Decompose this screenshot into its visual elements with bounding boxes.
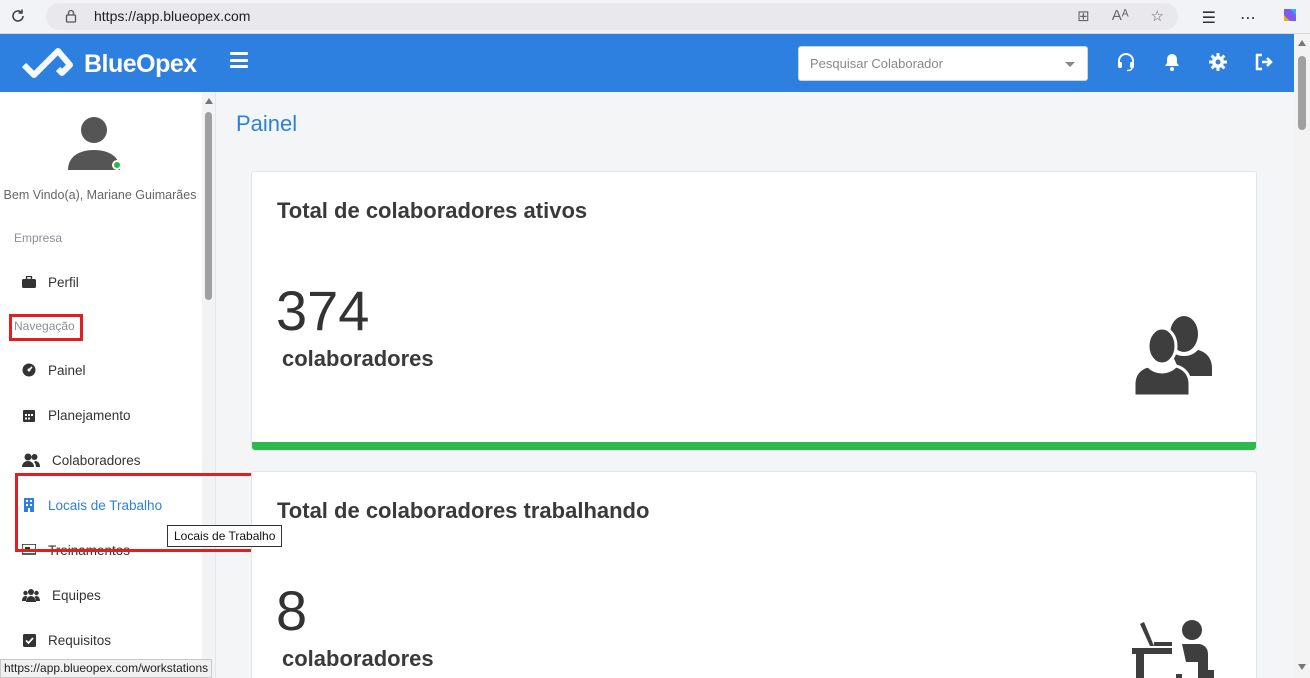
sidebar-item-label: Colaboradores <box>52 452 141 468</box>
read-aloud-icon[interactable]: Aᴬ <box>1112 7 1129 25</box>
reload-icon[interactable] <box>8 6 28 26</box>
team-icon <box>22 588 40 602</box>
copilot-icon[interactable] <box>1280 5 1300 30</box>
card-title: Total de colaboradores ativos <box>277 198 588 223</box>
users-icon <box>22 453 40 467</box>
top-navbar: BlueOpex Pesquisar Colaborador <box>0 34 1294 92</box>
gear-icon[interactable] <box>1208 52 1228 72</box>
sidebar-item-planejamento[interactable]: Planejamento <box>22 404 131 426</box>
sidebar-item-equipes[interactable]: Equipes <box>22 584 101 606</box>
sidebar-scrollbar[interactable] <box>202 92 215 678</box>
sidebar-item-label: Perfil <box>48 274 79 290</box>
section-company: Empresa <box>14 231 63 245</box>
tooltip: Locais de Trabalho <box>167 525 283 547</box>
scrollbar-thumb[interactable] <box>1298 56 1306 130</box>
card-title: Total de colaboradores trabalhando <box>277 498 650 523</box>
url-text: https://app.blueopex.com <box>94 8 251 24</box>
sidebar-item-label: Planejamento <box>48 407 131 423</box>
sidebar-item-perfil[interactable]: Perfil <box>22 271 79 293</box>
sidebar-item-painel[interactable]: Painel <box>22 359 86 381</box>
status-bar-url: https://app.blueopex.com/workstations <box>0 659 213 678</box>
chevron-down-icon <box>1065 62 1075 67</box>
more-options-icon[interactable]: ⋯ <box>1240 8 1256 28</box>
search-placeholder: Pesquisar Colaborador <box>810 56 943 71</box>
checkbox-icon <box>22 633 36 647</box>
browser-toolbar: https://app.blueopex.com ⊞ Aᴬ ☆ ☰ ⋯ <box>0 0 1310 34</box>
sidebar: Bem Vindo(a), Mariane Guimarães Empresa … <box>0 92 216 678</box>
search-collaborator-select[interactable]: Pesquisar Colaborador <box>798 46 1088 81</box>
apps-icon[interactable]: ⊞ <box>1077 7 1090 25</box>
favorites-list-icon[interactable]: ☰ <box>1202 8 1216 28</box>
scroll-up-arrow-icon[interactable] <box>205 98 213 104</box>
page-scrollbar[interactable] <box>1294 34 1310 678</box>
scroll-down-arrow-icon[interactable] <box>1298 664 1306 670</box>
card-unit: colaboradores <box>282 346 434 371</box>
card-progress-bar <box>252 442 1256 450</box>
card-active-collaborators: Total de colaboradores ativos 374 colabo… <box>251 171 1257 451</box>
sidebar-item-colaboradores[interactable]: Colaboradores <box>22 449 141 471</box>
users-icon <box>1130 312 1214 401</box>
brand-name: BlueOpex <box>84 49 197 78</box>
sidebar-item-label: Painel <box>48 362 86 378</box>
scrollbar-thumb[interactable] <box>205 112 212 300</box>
brand-logo[interactable]: BlueOpex <box>22 47 197 81</box>
card-value: 8 <box>276 579 308 642</box>
dashboard-icon <box>22 363 36 377</box>
briefcase-icon <box>22 275 36 289</box>
card-unit: colaboradores <box>282 646 434 671</box>
menu-toggle-icon[interactable] <box>230 52 248 68</box>
address-bar[interactable]: https://app.blueopex.com ⊞ Aᴬ ☆ <box>46 3 1178 30</box>
online-status-dot <box>112 160 122 170</box>
person-at-desk-icon <box>1132 618 1216 678</box>
headset-support-icon[interactable] <box>1116 52 1136 72</box>
highlight-box-navigation <box>9 314 83 341</box>
favorite-star-icon[interactable]: ☆ <box>1151 7 1164 25</box>
logout-icon[interactable] <box>1254 52 1274 72</box>
sidebar-item-label: Requisitos <box>48 632 112 648</box>
calendar-icon <box>22 408 36 422</box>
lock-icon <box>64 9 78 23</box>
page-title: Painel <box>236 111 298 136</box>
sidebar-item-requisitos[interactable]: Requisitos <box>22 629 111 651</box>
bell-icon[interactable] <box>1162 52 1182 72</box>
card-working-collaborators: Total de colaboradores trabalhando 8 col… <box>251 471 1257 678</box>
blueopex-logo-icon <box>22 48 73 78</box>
scroll-up-arrow-icon[interactable] <box>1298 40 1306 46</box>
sidebar-item-label: Equipes <box>52 587 101 603</box>
welcome-text: Bem Vindo(a), Mariane Guimarães <box>3 188 197 202</box>
card-value: 374 <box>276 279 370 342</box>
